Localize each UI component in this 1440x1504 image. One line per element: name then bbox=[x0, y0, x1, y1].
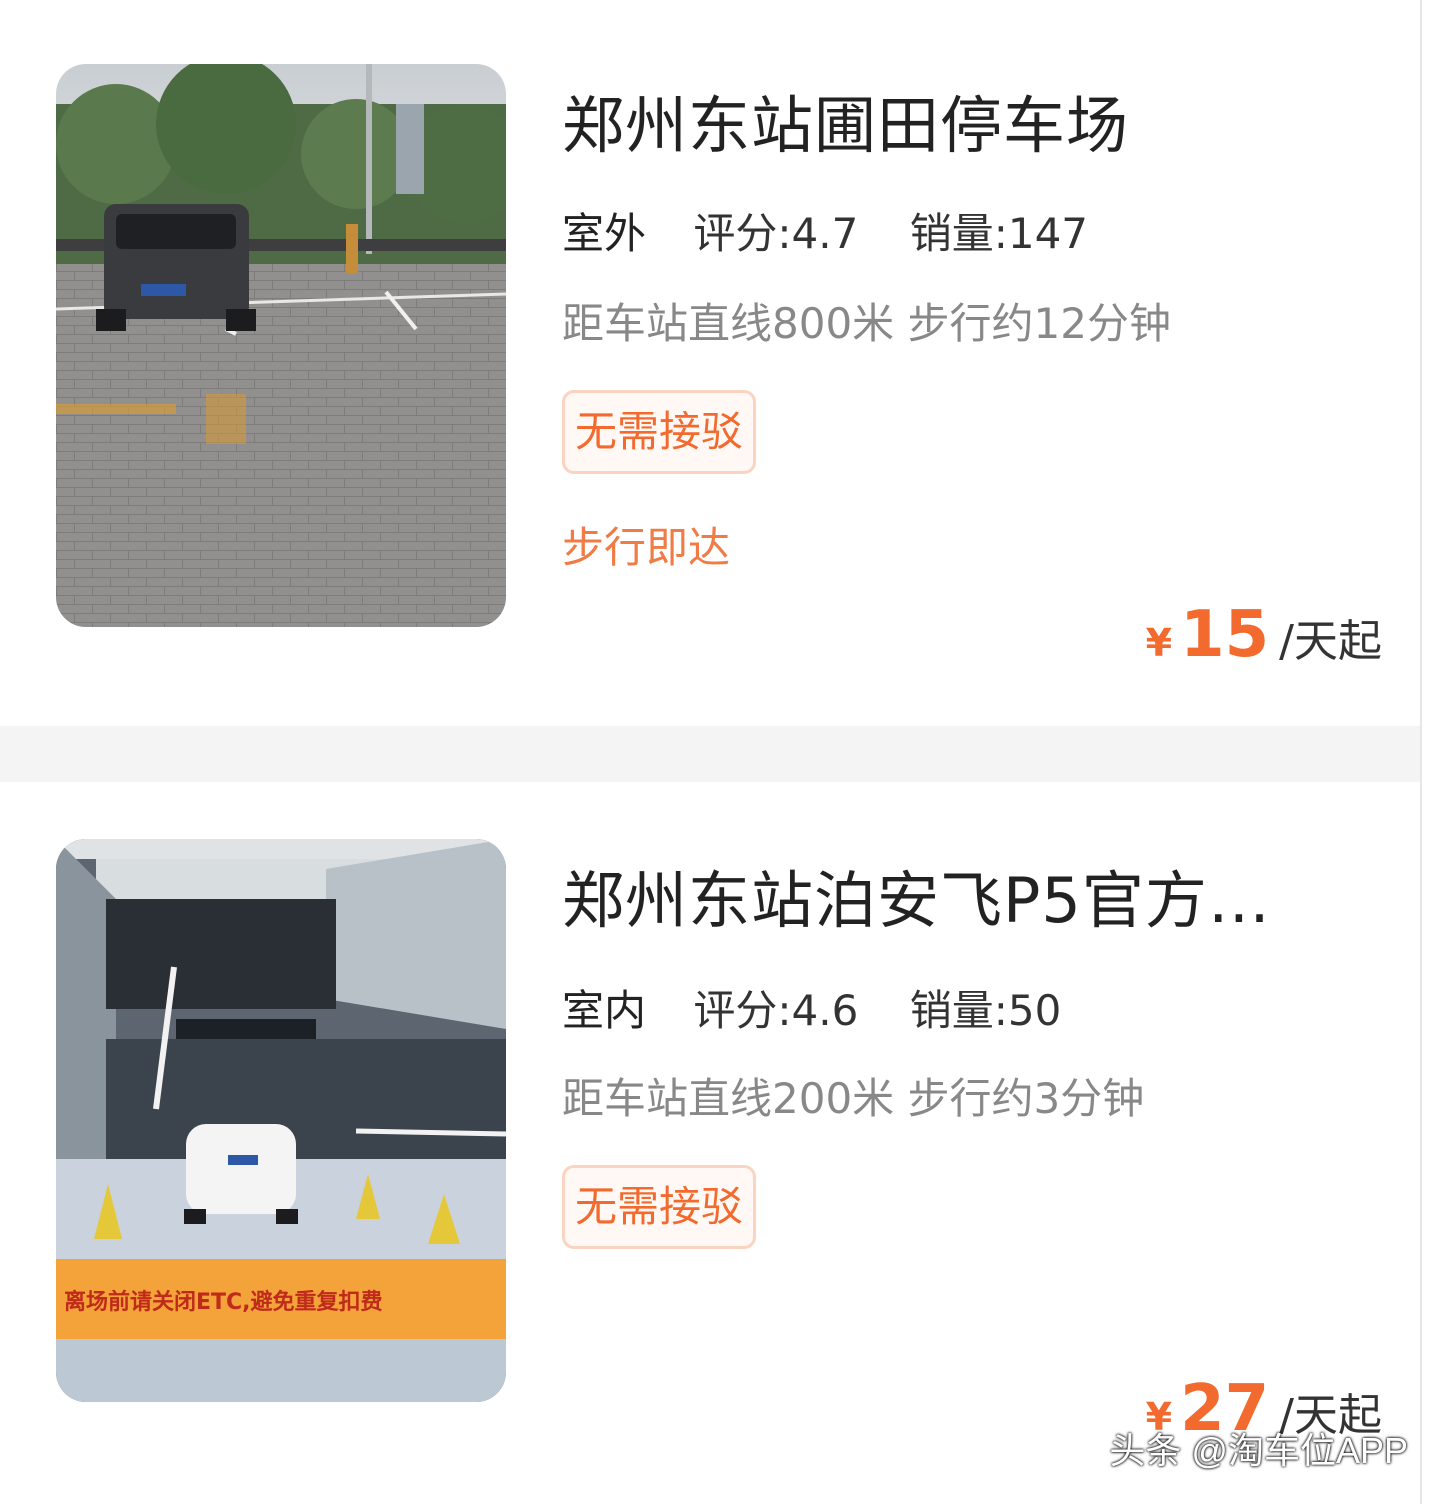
parking-card-1[interactable]: 郑州东站圃田停车场 室外 评分:4.7 销量:147 距车站直线800米 步行约… bbox=[0, 0, 1420, 700]
parking-card-2[interactable]: 离场前请关闭ETC,避免重复扣费 郑州东站泊安飞P5官方停… 室内 评分:4.6… bbox=[0, 782, 1420, 1504]
distance-text: 距车站直线800米 步行约12分钟 bbox=[562, 299, 1171, 348]
no-shuttle-tag: 无需接驳 bbox=[562, 1165, 757, 1249]
distance-text: 距车站直线200米 步行约3分钟 bbox=[562, 1074, 1145, 1123]
price: ¥15/天起 bbox=[1146, 598, 1382, 672]
outdoor-lot-image bbox=[56, 64, 506, 627]
parking-lot-name[interactable]: 郑州东站泊安飞P5官方停… bbox=[562, 850, 1302, 940]
no-shuttle-tag: 无需接驳 bbox=[562, 390, 757, 474]
parking-type-badge: 室外 bbox=[562, 200, 647, 265]
watermark: 头条 @淘车位APP bbox=[1109, 1430, 1408, 1471]
price-unit: /天起 bbox=[1279, 616, 1382, 667]
photo-banner-text: 离场前请关闭ETC,避免重复扣费 bbox=[64, 1289, 383, 1315]
currency-symbol: ¥ bbox=[1145, 621, 1173, 665]
rating-label: 评分: bbox=[693, 209, 792, 258]
parking-type-badge: 室内 bbox=[562, 977, 647, 1042]
price-amount: 15 bbox=[1180, 598, 1270, 672]
parking-meta-row: 室内 评分:4.6 销量:50 bbox=[562, 977, 1062, 1042]
rating-label: 评分: bbox=[693, 986, 792, 1035]
sales-value: 50 bbox=[1007, 986, 1062, 1035]
indoor-garage-image: 离场前请关闭ETC,避免重复扣费 bbox=[56, 839, 506, 1402]
sales-value: 147 bbox=[1007, 209, 1089, 258]
parking-photo-indoor[interactable]: 离场前请关闭ETC,避免重复扣费 bbox=[56, 839, 506, 1402]
parking-photo-outdoor[interactable] bbox=[56, 64, 506, 627]
card-separator bbox=[0, 726, 1440, 782]
sales-label: 销量: bbox=[909, 986, 1008, 1035]
scrollbar[interactable] bbox=[1420, 0, 1440, 1504]
parking-meta-row: 室外 评分:4.7 销量:147 bbox=[562, 200, 1089, 265]
walk-note: 步行即达 bbox=[562, 523, 731, 572]
parking-lot-name[interactable]: 郑州东站圃田停车场 bbox=[562, 75, 1302, 165]
rating-value: 4.6 bbox=[791, 986, 859, 1035]
rating-value: 4.7 bbox=[791, 209, 859, 258]
sales-label: 销量: bbox=[909, 209, 1008, 258]
